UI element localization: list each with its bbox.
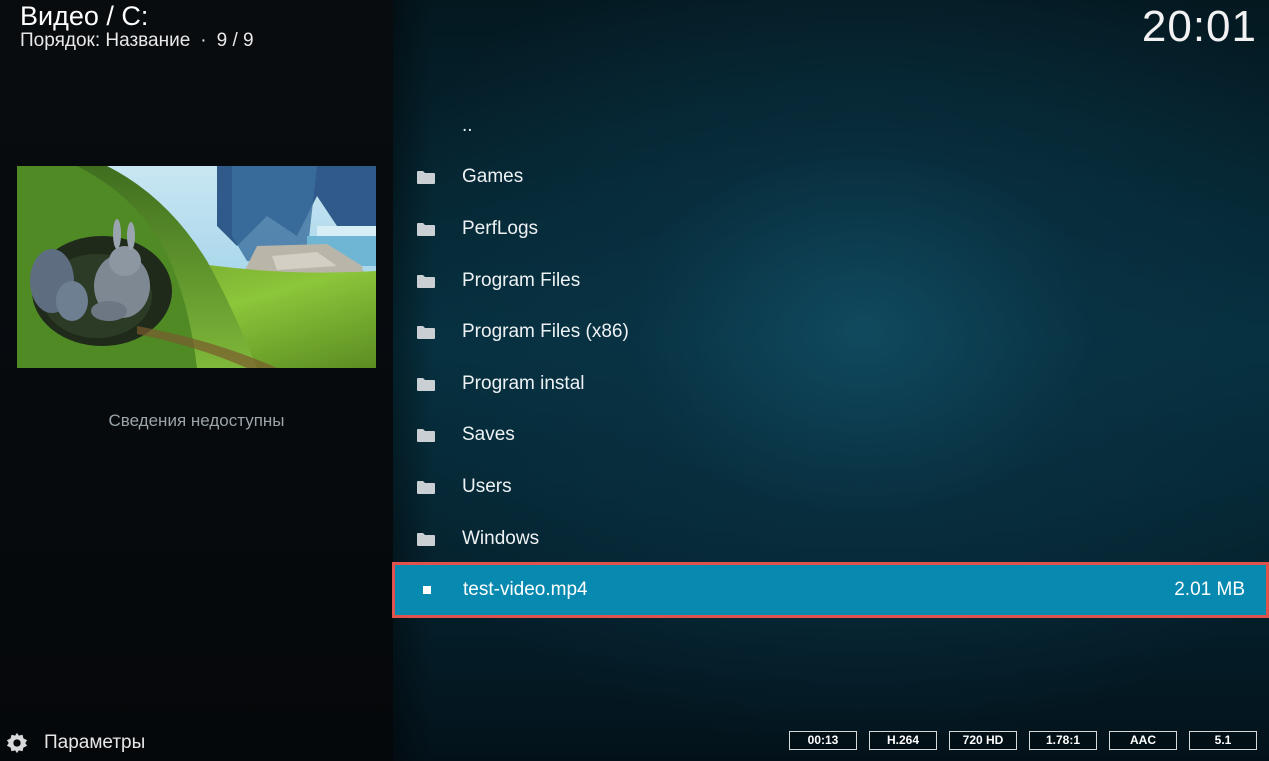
info-panel: [0, 0, 393, 761]
badge-video-codec: H.264: [869, 731, 937, 750]
list-item-label: Program Files (x86): [462, 321, 629, 343]
badge-audio-channels: 5.1: [1189, 731, 1257, 750]
folder-icon: [417, 480, 435, 494]
list-item-label: Users: [462, 475, 512, 497]
badge-aspect-ratio: 1.78:1: [1029, 731, 1097, 750]
folder-icon: [417, 222, 435, 236]
clock: 20:01: [1141, 2, 1257, 51]
list-item-label: Windows: [462, 527, 540, 549]
folder-icon: [417, 325, 435, 340]
badge-resolution: 720 HD: [949, 731, 1017, 750]
list-item-label: Saves: [462, 424, 515, 446]
kodi-video-browser: Видео / C: Порядок: Название · 9 / 9 20:01: [0, 0, 1269, 761]
settings-button[interactable]: Параметры: [6, 729, 145, 757]
media-info-badges: 00:13 H.264 720 HD 1.78:1 AAC 5.1: [789, 731, 1257, 750]
list-item-perflogs[interactable]: PerfLogs: [393, 203, 1269, 255]
list-item-program-files[interactable]: Program Files: [393, 255, 1269, 307]
video-file-icon: [418, 583, 436, 597]
list-item-saves[interactable]: Saves: [393, 410, 1269, 462]
settings-label: Параметры: [44, 732, 146, 753]
sort-info[interactable]: Порядок: Название · 9 / 9: [20, 29, 254, 53]
sort-label: Порядок: Название: [20, 30, 191, 51]
list-item-label: Program instal: [462, 372, 585, 394]
video-thumbnail: [17, 166, 376, 368]
thumbnail-image: [17, 166, 376, 368]
no-info-text: Сведения недоступны: [108, 411, 285, 430]
list-item-program-files-x86[interactable]: Program Files (x86): [393, 306, 1269, 358]
folder-icon: [417, 532, 435, 546]
separator: ·: [200, 30, 207, 51]
badge-duration: 00:13: [789, 731, 857, 750]
list-item-label: ..: [462, 114, 473, 136]
badge-audio-codec: AAC: [1109, 731, 1177, 750]
list-item-users[interactable]: Users: [393, 461, 1269, 513]
list-item-program-instal[interactable]: Program instal: [393, 358, 1269, 410]
folder-icon: [417, 170, 435, 185]
list-item-windows[interactable]: Windows: [393, 513, 1269, 565]
file-list: .. Games PerfLogs Program Files Program …: [392, 100, 1269, 618]
list-item-label: PerfLogs: [462, 217, 539, 239]
file-size: 2.01 MB: [1174, 579, 1245, 601]
item-count: 9 / 9: [216, 30, 254, 51]
list-item-label: test-video.mp4: [463, 579, 588, 601]
list-item-games[interactable]: Games: [393, 152, 1269, 204]
list-item-label: Program Files: [462, 269, 581, 291]
list-item-test-video[interactable]: test-video.mp4 2.01 MB: [392, 562, 1269, 618]
folder-icon: [417, 428, 435, 443]
page-title: Видео / C:: [20, 1, 149, 31]
list-item-label: Games: [462, 166, 524, 188]
list-item-parent[interactable]: ..: [393, 100, 1269, 152]
folder-icon: [417, 274, 435, 288]
gear-icon: [6, 732, 28, 754]
folder-icon: [417, 377, 435, 391]
